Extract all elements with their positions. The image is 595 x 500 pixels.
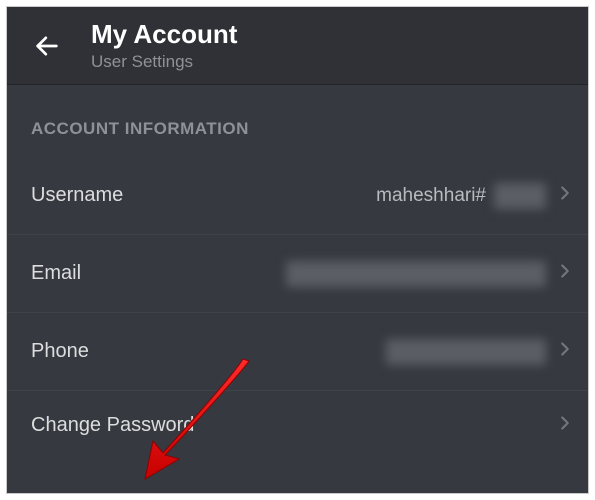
chevron-right-icon [554,260,576,287]
username-value-prefix: maheshhari# [376,185,486,207]
row-phone[interactable]: Phone [7,313,588,391]
row-username[interactable]: Username maheshhari# [7,157,588,235]
row-label: Change Password [31,414,194,437]
account-info-list: Username maheshhari# Email Phone [7,157,588,459]
arrow-left-icon [33,32,61,60]
redacted-value [494,183,546,209]
row-label: Email [31,262,81,285]
chevron-right-icon [554,338,576,365]
header-bar: My Account User Settings [7,7,588,85]
back-button[interactable] [29,28,65,64]
row-email[interactable]: Email [7,235,588,313]
row-label: Phone [31,340,89,363]
redacted-value [286,261,546,287]
page-subtitle: User Settings [91,52,237,72]
chevron-right-icon [554,412,576,439]
row-label: Username [31,184,123,207]
redacted-value [386,339,546,365]
section-heading: ACCOUNT INFORMATION [7,85,588,157]
page-title: My Account [91,19,237,50]
row-change-password[interactable]: Change Password [7,391,588,459]
my-account-screen: My Account User Settings ACCOUNT INFORMA… [6,6,589,494]
chevron-right-icon [554,182,576,209]
